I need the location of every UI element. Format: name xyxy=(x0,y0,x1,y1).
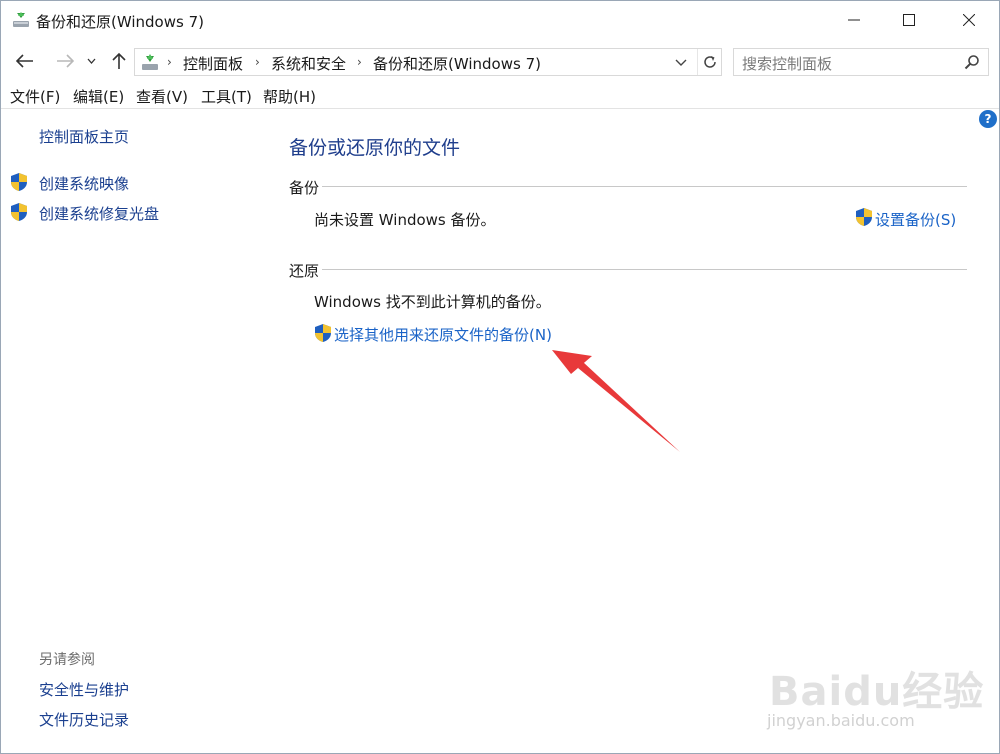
menu-tools[interactable]: 工具(T) xyxy=(201,86,252,107)
refresh-button[interactable] xyxy=(697,49,722,75)
uac-shield-icon xyxy=(11,173,27,191)
breadcrumb-system-security[interactable]: 系统和安全 xyxy=(271,53,346,74)
minimize-icon xyxy=(847,19,860,21)
arrow-right-icon xyxy=(57,54,74,68)
window-title: 备份和还原(Windows 7) xyxy=(36,13,204,31)
select-other-backup-link[interactable]: 选择其他用来还原文件的备份(N) xyxy=(334,324,552,345)
arrow-left-icon xyxy=(16,54,33,68)
restore-status-text: Windows 找不到此计算机的备份。 xyxy=(314,293,551,311)
menu-view[interactable]: 查看(V) xyxy=(136,86,188,107)
close-icon xyxy=(962,14,975,26)
uac-shield-icon xyxy=(315,324,331,342)
file-history-link[interactable]: 文件历史记录 xyxy=(39,709,129,730)
watermark-main-text: Baidu经验 xyxy=(769,669,985,715)
menu-file[interactable]: 文件(F) xyxy=(10,86,60,107)
chevron-down-icon xyxy=(675,59,687,66)
forward-button[interactable] xyxy=(53,49,77,73)
recent-locations-button[interactable] xyxy=(83,49,99,73)
refresh-icon xyxy=(704,56,716,68)
breadcrumb-separator: › xyxy=(167,55,172,69)
back-button[interactable] xyxy=(13,49,37,73)
see-also-heading: 另请参阅 xyxy=(39,652,95,668)
breadcrumb-separator: › xyxy=(357,55,362,69)
restore-section-divider xyxy=(322,269,967,270)
baidu-watermark: Baidu经验 jingyan.baidu.com xyxy=(761,651,983,741)
create-system-image-link[interactable]: 创建系统映像 xyxy=(39,173,129,194)
minimize-button[interactable] xyxy=(826,1,881,39)
uac-shield-icon xyxy=(856,208,872,226)
close-button[interactable] xyxy=(941,1,996,39)
page-title: 备份或还原你的文件 xyxy=(289,137,461,159)
set-up-backup-link[interactable]: 设置备份(S) xyxy=(875,209,956,230)
menu-edit[interactable]: 编辑(E) xyxy=(73,86,124,107)
restore-section-heading: 还原 xyxy=(289,262,320,280)
up-button[interactable] xyxy=(107,49,131,73)
left-pane: 控制面板主页 创建系统映像 创建系统修复光盘 另请参阅 安全性与维护 文件历史记… xyxy=(1,109,251,754)
search-placeholder: 搜索控制面板 xyxy=(742,55,833,73)
security-maintenance-link[interactable]: 安全性与维护 xyxy=(39,679,129,700)
navigation-bar: › 控制面板 › 系统和安全 › 备份和还原(Windows 7) 搜索控制面板 xyxy=(1,43,999,79)
watermark-url-text: jingyan.baidu.com xyxy=(767,711,915,730)
arrow-up-icon xyxy=(112,52,126,69)
menu-help[interactable]: 帮助(H) xyxy=(263,86,316,107)
help-button[interactable]: ? xyxy=(979,110,997,128)
backup-restore-app-icon xyxy=(13,12,29,27)
search-input[interactable]: 搜索控制面板 xyxy=(733,48,989,76)
breadcrumb-backup-restore[interactable]: 备份和还原(Windows 7) xyxy=(373,53,541,74)
maximize-icon xyxy=(902,14,915,26)
backup-section-heading: 备份 xyxy=(289,179,320,197)
address-bar[interactable]: › 控制面板 › 系统和安全 › 备份和还原(Windows 7) xyxy=(134,48,722,76)
backup-section-divider xyxy=(322,186,967,187)
maximize-button[interactable] xyxy=(881,1,936,39)
chevron-down-icon xyxy=(87,58,95,64)
create-repair-disc-link[interactable]: 创建系统修复光盘 xyxy=(39,203,159,224)
control-panel-home-link[interactable]: 控制面板主页 xyxy=(39,126,129,147)
breadcrumb-separator: › xyxy=(255,55,260,69)
menu-bar: 文件(F) 编辑(E) 查看(V) 工具(T) 帮助(H) xyxy=(1,83,999,109)
search-icon xyxy=(964,55,979,70)
control-panel-icon xyxy=(142,54,158,70)
breadcrumb-control-panel[interactable]: 控制面板 xyxy=(183,53,243,74)
title-bar: 备份和还原(Windows 7) xyxy=(1,1,999,39)
address-history-button[interactable] xyxy=(675,54,687,74)
backup-restore-window: 备份和还原(Windows 7) › 控制面板 › 系统和安全 › 备份和还原(… xyxy=(0,0,1000,754)
uac-shield-icon xyxy=(11,203,27,221)
backup-status-text: 尚未设置 Windows 备份。 xyxy=(314,211,496,229)
